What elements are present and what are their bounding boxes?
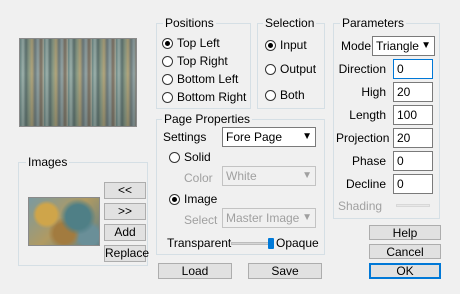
opaque-label: Opaque [276, 236, 319, 250]
length-label: Length [349, 108, 386, 122]
projection-label: Projection [336, 131, 390, 145]
projection-input[interactable]: 20 [393, 128, 433, 148]
high-label: High [361, 85, 386, 99]
replace-image-button[interactable]: Replace [104, 245, 149, 262]
help-button[interactable]: Help [369, 225, 441, 240]
chevron-down-icon: ▼ [302, 131, 312, 142]
shading-slider[interactable] [396, 204, 430, 207]
opacity-slider-thumb[interactable] [267, 238, 274, 249]
settings-label: Settings [163, 130, 207, 144]
radio-icon [265, 90, 276, 101]
radio-icon [169, 152, 180, 163]
image-radio[interactable]: Image [169, 191, 217, 207]
shading-label: Shading [338, 199, 383, 213]
radio-icon [162, 74, 173, 85]
ok-button[interactable]: OK [369, 263, 441, 279]
high-input[interactable]: 20 [393, 82, 433, 102]
images-group-label: Images [26, 155, 70, 169]
selection-both-radio[interactable]: Both [265, 87, 305, 103]
positions-group-label: Positions [163, 16, 216, 30]
load-button[interactable]: Load [158, 263, 232, 279]
decline-input[interactable]: 0 [393, 174, 433, 194]
image-thumbnail[interactable] [28, 197, 100, 246]
solid-radio[interactable]: Solid [169, 149, 211, 165]
selection-input-radio[interactable]: Input [265, 37, 307, 53]
position-top-left-radio[interactable]: Top Left [162, 35, 220, 51]
radio-icon [162, 38, 173, 49]
cancel-button[interactable]: Cancel [369, 244, 441, 259]
direction-label: Direction [338, 62, 386, 76]
radio-icon [162, 56, 173, 67]
page-properties-group-label: Page Properties [162, 112, 253, 126]
previous-image-button[interactable]: << [104, 182, 146, 199]
next-image-button[interactable]: >> [104, 203, 146, 220]
chevron-down-icon: ▼ [302, 170, 312, 181]
phase-label: Phase [351, 154, 386, 168]
phase-input[interactable]: 0 [393, 151, 433, 171]
settings-dropdown[interactable]: Fore Page ▼ [222, 127, 316, 147]
select-image-dropdown[interactable]: Master Image ▼ [222, 208, 316, 228]
mode-dropdown[interactable]: Triangle ▼ [372, 36, 435, 56]
radio-icon [169, 194, 180, 205]
select-label: Select [184, 213, 218, 227]
chevron-down-icon: ▼ [302, 212, 312, 223]
opacity-slider[interactable] [231, 242, 273, 245]
color-label: Color [184, 171, 213, 185]
radio-icon [265, 64, 276, 75]
decline-label: Decline [345, 177, 386, 191]
position-bottom-right-radio[interactable]: Bottom Right [162, 89, 246, 105]
chevron-down-icon: ▼ [421, 40, 431, 51]
radio-icon [265, 40, 276, 51]
preview-image [19, 38, 137, 127]
position-top-right-radio[interactable]: Top Right [162, 53, 228, 69]
dialog: Images << >> Add Replace Positions Top L… [0, 0, 460, 294]
radio-icon [162, 92, 173, 103]
transparent-label: Transparent [167, 236, 232, 250]
save-button[interactable]: Save [248, 263, 322, 279]
direction-input[interactable]: 0 [393, 59, 433, 79]
selection-output-radio[interactable]: Output [265, 61, 316, 77]
mode-label: Mode [341, 39, 372, 53]
length-input[interactable]: 100 [393, 105, 433, 125]
add-image-button[interactable]: Add [104, 224, 146, 241]
position-bottom-left-radio[interactable]: Bottom Left [162, 71, 238, 87]
selection-group-label: Selection [263, 16, 317, 30]
color-dropdown[interactable]: White ▼ [222, 166, 316, 186]
parameters-group-label: Parameters [340, 16, 407, 30]
